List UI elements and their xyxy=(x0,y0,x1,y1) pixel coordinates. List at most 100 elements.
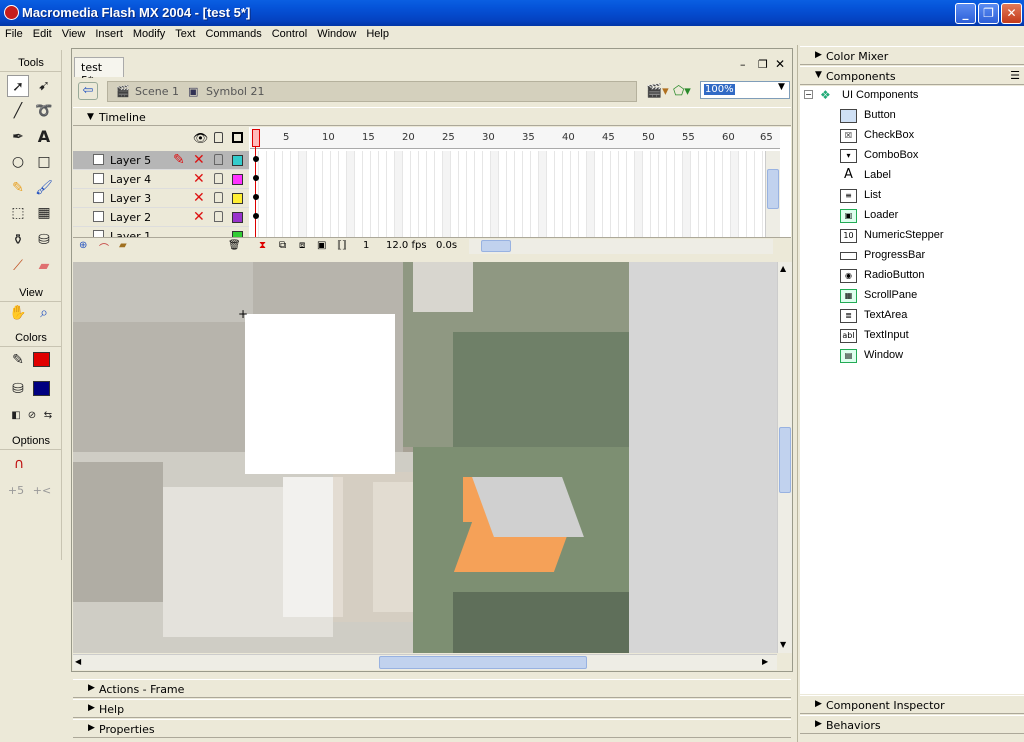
breadcrumb-symbol[interactable]: Symbol 21 xyxy=(206,85,264,98)
lasso-tool-icon[interactable]: ➰ xyxy=(33,100,55,122)
keyframe-dot[interactable] xyxy=(253,194,259,200)
menu-commands[interactable]: Commands xyxy=(200,26,266,42)
menu-edit[interactable]: Edit xyxy=(28,26,57,42)
edit-scene-icon[interactable]: 🎬▾ xyxy=(646,84,669,99)
menu-view[interactable]: View xyxy=(57,26,91,42)
brush-tool-icon[interactable]: 🖌 xyxy=(33,177,55,199)
collapse-triangle-icon[interactable]: ▼ xyxy=(87,112,94,122)
stage-vscroll[interactable]: ▲ ▼ xyxy=(777,262,792,653)
back-arrow-icon[interactable]: ⇦ xyxy=(78,82,98,100)
help-panel-header[interactable]: ▶ Help xyxy=(73,699,791,718)
hand-tool-icon[interactable]: ✋ xyxy=(7,302,29,324)
menu-modify[interactable]: Modify xyxy=(128,26,170,42)
layer-color[interactable] xyxy=(232,193,243,204)
component-item[interactable]: ScrollPane xyxy=(864,289,917,301)
lock-icon[interactable] xyxy=(214,211,223,222)
arrow-tool-icon[interactable]: ➚ xyxy=(7,75,29,97)
pencil-tool-icon[interactable]: ✎ xyxy=(7,177,29,199)
component-item[interactable]: ProgressBar xyxy=(864,249,925,261)
add-motion-guide-icon[interactable]: ⌒ xyxy=(99,240,109,255)
color-mixer-header[interactable]: ▶ Color Mixer xyxy=(800,46,1024,65)
menu-insert[interactable]: Insert xyxy=(90,26,128,42)
outline-icon[interactable] xyxy=(232,132,243,143)
menu-text[interactable]: Text xyxy=(170,26,200,42)
aerial-photo[interactable]: + xyxy=(73,262,629,653)
fill-transform-tool-icon[interactable]: ▦ xyxy=(33,202,55,224)
text-tool-icon[interactable]: A xyxy=(33,126,55,148)
doc-restore-icon[interactable]: ❐ xyxy=(758,58,768,71)
breadcrumb-scene[interactable]: Scene 1 xyxy=(135,85,179,98)
hidden-x-icon[interactable]: ✕ xyxy=(193,209,205,225)
onion-outline-icon[interactable]: ⧈ xyxy=(299,240,305,251)
lock-icon[interactable] xyxy=(214,192,223,203)
document-tab[interactable]: test 5* xyxy=(74,57,124,87)
expand-triangle-icon[interactable]: ▶ xyxy=(88,703,95,713)
trash-icon[interactable]: 🗑 xyxy=(228,240,241,251)
stage[interactable]: + xyxy=(73,262,777,653)
hidden-x-icon[interactable]: ✕ xyxy=(193,171,205,187)
components-header[interactable]: ▼ Components ☰ xyxy=(800,66,1024,85)
component-item[interactable]: CheckBox xyxy=(864,129,914,141)
expand-triangle-icon[interactable]: ▶ xyxy=(815,699,822,709)
layer-row[interactable]: Layer 5 ✎ ✕ xyxy=(73,151,249,170)
component-item[interactable]: RadioButton xyxy=(864,269,925,281)
component-item[interactable]: ComboBox xyxy=(864,149,918,161)
menu-help[interactable]: Help xyxy=(361,26,394,42)
eraser-tool-icon[interactable]: ▰ xyxy=(33,255,55,277)
chevron-down-icon[interactable]: ▼ xyxy=(774,82,789,98)
menu-file[interactable]: File xyxy=(0,26,28,42)
restore-button[interactable]: ❐ xyxy=(978,3,999,24)
fill-color-swatch[interactable] xyxy=(33,381,50,396)
expand-triangle-icon[interactable]: ▶ xyxy=(815,719,822,729)
actions-panel-header[interactable]: ▶ Actions - Frame xyxy=(73,679,791,698)
swap-colors-icon[interactable]: ⇆ xyxy=(37,405,59,427)
timeline-hscroll[interactable] xyxy=(469,239,773,254)
close-button[interactable]: ✕ xyxy=(1001,3,1022,24)
frame-area[interactable]: 1 5 10 15 20 25 30 35 40 45 50 55 60 65 xyxy=(250,127,780,239)
line-tool-icon[interactable]: ╱ xyxy=(7,100,29,122)
keyframe-dot[interactable] xyxy=(253,213,259,219)
free-transform-tool-icon[interactable]: ⬚ xyxy=(7,202,29,224)
layer-row[interactable]: Layer 2 ✕ xyxy=(73,208,249,227)
zoom-select[interactable]: 100% ▼ xyxy=(700,81,790,99)
keyframe-dot[interactable] xyxy=(253,156,259,162)
lock-icon[interactable] xyxy=(214,173,223,184)
tree-collapse-icon[interactable]: − xyxy=(804,90,813,99)
doc-close-icon[interactable]: ✕ xyxy=(775,57,785,71)
timeline-header[interactable]: ▼ Timeline xyxy=(73,107,791,126)
properties-panel-header[interactable]: ▶ Properties xyxy=(73,719,791,738)
layer-color[interactable] xyxy=(232,155,243,166)
white-rectangle[interactable] xyxy=(245,314,395,474)
scroll-down-icon[interactable]: ▼ xyxy=(780,640,786,649)
insert-folder-icon[interactable]: ▰ xyxy=(119,240,127,251)
pen-tool-icon[interactable]: ✒ xyxy=(7,126,29,148)
expand-triangle-icon[interactable]: ▶ xyxy=(88,723,95,733)
hidden-x-icon[interactable]: ✕ xyxy=(193,190,205,206)
edit-multiple-frames-icon[interactable]: ▣ xyxy=(317,240,326,251)
center-frame-icon[interactable]: ⧗ xyxy=(259,240,266,251)
playhead[interactable] xyxy=(252,129,263,237)
keyframe-dot[interactable] xyxy=(253,175,259,181)
component-item[interactable]: List xyxy=(864,189,881,201)
insert-layer-icon[interactable]: ⊕ xyxy=(79,240,87,251)
layer-name[interactable]: Layer 5 xyxy=(110,154,151,167)
smooth-icon[interactable]: +5 xyxy=(5,480,27,502)
layer-color[interactable] xyxy=(232,174,243,185)
flash-app-icon[interactable] xyxy=(4,5,19,20)
eyedropper-tool-icon[interactable]: ⟋ xyxy=(7,255,29,277)
menu-window[interactable]: Window xyxy=(312,26,361,42)
stage-hscroll[interactable]: ◀ ▶ xyxy=(73,654,777,670)
component-item[interactable]: TextInput xyxy=(864,329,909,341)
layer-name[interactable]: Layer 4 xyxy=(110,173,151,186)
layer-row[interactable]: Layer 4 ✕ xyxy=(73,170,249,189)
component-item[interactable]: NumericStepper xyxy=(864,229,943,241)
doc-minimize-icon[interactable]: – xyxy=(740,58,746,71)
zoom-tool-icon[interactable]: ⌕ xyxy=(33,302,55,324)
component-item[interactable]: Loader xyxy=(864,209,898,221)
component-inspector-header[interactable]: ▶ Component Inspector xyxy=(800,695,1024,714)
lock-icon[interactable] xyxy=(214,132,223,143)
expand-triangle-icon[interactable]: ▶ xyxy=(815,50,822,60)
layer-name[interactable]: Layer 3 xyxy=(110,192,151,205)
layer-color[interactable] xyxy=(232,212,243,223)
scroll-up-icon[interactable]: ▲ xyxy=(780,264,786,273)
